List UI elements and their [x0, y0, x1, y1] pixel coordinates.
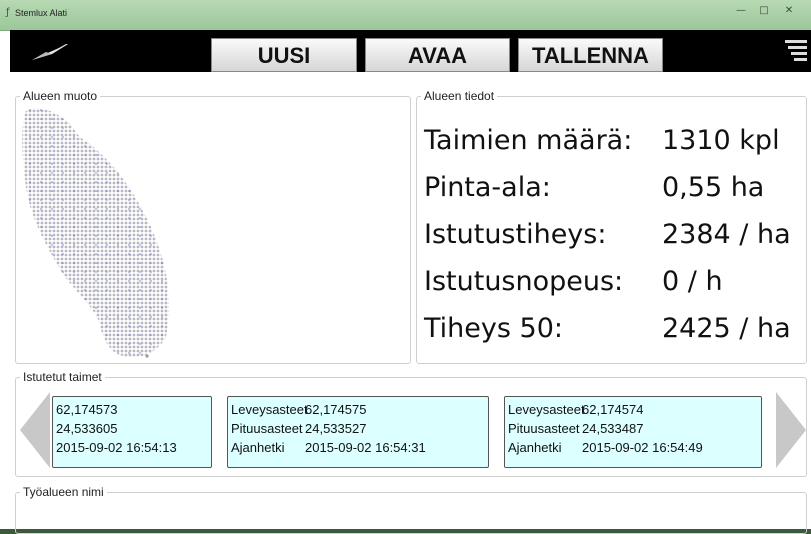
longitude-row: Pituusasteet 24,533487 — [508, 419, 758, 438]
time-value: 2015-09-02 16:54:13 — [56, 440, 177, 455]
info-key: Tiheys 50: — [424, 313, 563, 344]
longitude-label: Pituusasteet — [231, 421, 303, 436]
time-label: Ajanhetki — [231, 440, 285, 455]
scroll-right-arrow-icon[interactable] — [776, 392, 806, 468]
time-value: 2015-09-02 16:54:31 — [305, 440, 426, 455]
planted-seedlings-group: Istutetut taimet 62,174573 24,533605 201… — [15, 370, 807, 477]
info-value: 2425 / ha — [662, 313, 791, 344]
info-key: Taimien määrä: — [424, 125, 633, 156]
seedling-card[interactable]: 62,174573 24,533605 2015-09-02 16:54:13 — [52, 396, 212, 468]
info-value: 2384 / ha — [662, 219, 791, 250]
save-button[interactable]: TALLENNA — [518, 38, 663, 72]
longitude-label: Pituusasteet — [508, 421, 580, 436]
time-row: Ajanhetki 2015-09-02 16:54:31 — [231, 438, 485, 457]
maximize-button[interactable]: □ — [753, 4, 775, 19]
area-info-label: Alueen tiedot — [421, 89, 498, 103]
time-row: Ajanhetki 2015-09-02 16:54:49 — [508, 438, 758, 457]
latitude-row: 62,174573 — [56, 400, 208, 419]
title-bar: ƒ Stemlux Alati — □ ✕ — [0, 0, 811, 31]
latitude-row: Leveysasteet62,174575 — [231, 400, 485, 419]
latitude-label: Leveysasteet — [231, 402, 308, 417]
minimize-button[interactable]: — — [730, 4, 752, 19]
longitude-row: 24,533605 — [56, 419, 208, 438]
scroll-left-arrow-icon[interactable] — [20, 392, 50, 468]
work-area-name-label: Työalueen nimi — [20, 485, 107, 499]
window-title: Stemlux Alati — [15, 8, 68, 18]
info-value: 0,55 ha — [662, 172, 765, 203]
area-info-group: Alueen tiedot Taimien määrä: 1310 kpl Pi… — [416, 89, 807, 364]
latitude-value: 62,174574 — [582, 402, 644, 417]
new-button[interactable]: UUSI — [211, 38, 357, 72]
time-label: Ajanhetki — [508, 440, 562, 455]
latitude-value: 62,174575 — [305, 402, 367, 417]
info-row-area: Pinta-ala: 0,55 ha — [424, 172, 764, 203]
time-value: 2015-09-02 16:54:49 — [582, 440, 703, 455]
time-row: 2015-09-02 16:54:13 — [56, 438, 208, 457]
seedling-card[interactable]: Leveysasteet62,174575 Pituusasteet 24,533… — [227, 396, 489, 468]
longitude-value: 24,533527 — [305, 421, 367, 436]
stemlux-logo-icon — [32, 44, 68, 60]
info-value: 1310 kpl — [662, 125, 780, 156]
planted-seedlings-label: Istutetut taimet — [20, 370, 105, 384]
app-icon: ƒ — [6, 7, 10, 18]
area-shape-group: Alueen muoto — [15, 89, 411, 364]
longitude-value: 24,533487 — [582, 421, 644, 436]
area-shape-map — [22, 108, 170, 358]
info-key: Istutustiheys: — [424, 219, 607, 250]
app-window: ƒ Stemlux Alati — □ ✕ UUSI AVAA TALLENNA… — [0, 0, 811, 534]
info-key: Istutusnopeus: — [424, 266, 624, 297]
menu-icon[interactable] — [785, 40, 807, 68]
open-button[interactable]: AVAA — [365, 38, 510, 72]
latitude-row: Leveysasteet62,174574 — [508, 400, 758, 419]
seedling-card[interactable]: Leveysasteet62,174574 Pituusasteet 24,533… — [504, 396, 762, 468]
close-button[interactable]: ✕ — [776, 4, 802, 19]
info-row-planting-density: Istutustiheys: 2384 / ha — [424, 219, 791, 250]
toolbar: UUSI AVAA TALLENNA — [10, 30, 811, 72]
latitude-value: 62,174573 — [56, 402, 118, 417]
latitude-label: Leveysasteet — [508, 402, 585, 417]
longitude-value: 24,533605 — [56, 421, 118, 436]
info-row-density-50: Tiheys 50: 2425 / ha — [424, 313, 791, 344]
longitude-row: Pituusasteet 24,533527 — [231, 419, 485, 438]
info-row-seedling-count: Taimien määrä: 1310 kpl — [424, 125, 780, 156]
work-area-name-group: Työalueen nimi — [15, 485, 807, 534]
info-value: 0 / h — [662, 266, 723, 297]
info-row-planting-speed: Istutusnopeus: 0 / h — [424, 266, 723, 297]
info-key: Pinta-ala: — [424, 172, 551, 203]
